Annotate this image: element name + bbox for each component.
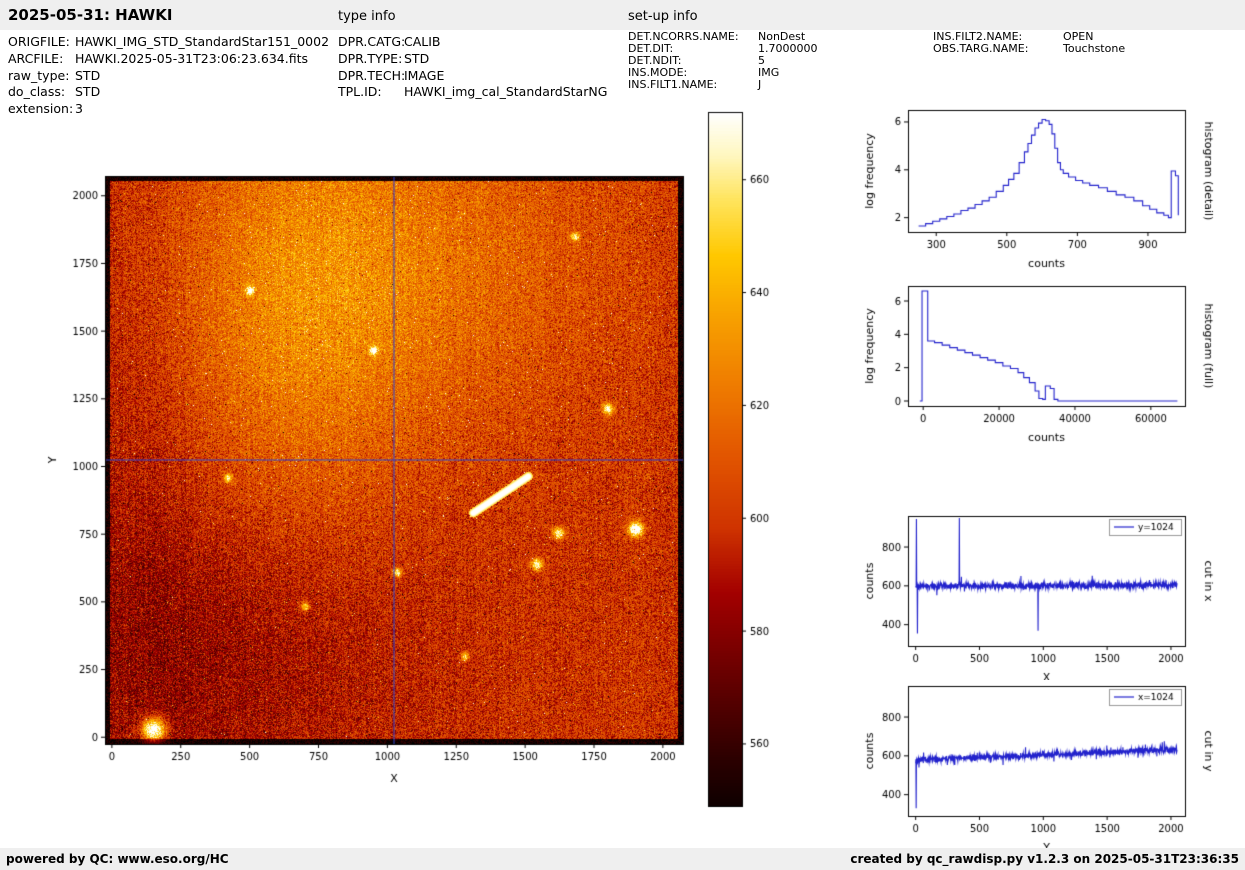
info-value: CALIB — [404, 34, 441, 49]
info-row: OBS.TARG.NAME:Touchstone — [933, 43, 1125, 55]
info-label: TPL.ID: — [338, 84, 404, 101]
info-row: ORIGFILE:HAWKI_IMG_STD_StandardStar151_0… — [8, 34, 329, 51]
info-label: DPR.TECH: — [338, 68, 404, 85]
info-value: HAWKI_img_cal_StandardStarNG — [404, 84, 607, 99]
info-value: 1.7000000 — [758, 42, 818, 55]
info-row: DPR.CATG:CALIB — [338, 34, 607, 51]
setup-info-block: DET.NCORRS.NAME:NonDest DET.DIT:1.700000… — [628, 31, 818, 91]
info-value: 3 — [75, 101, 83, 116]
info-row: raw_type:STD — [8, 68, 329, 85]
info-label: extension: — [8, 101, 75, 118]
setup-info-block-2: INS.FILT2.NAME:OPEN OBS.TARG.NAME:Touchs… — [933, 31, 1125, 55]
info-value: J — [758, 78, 761, 91]
info-label: INS.FILT1.NAME: — [628, 79, 758, 91]
footer-right-text: created by qc_rawdisp.py v1.2.3 on 2025-… — [850, 848, 1239, 870]
info-value: HAWKI.2025-05-31T23:06:23.634.fits — [75, 51, 308, 66]
histogram-detail-chart — [860, 94, 1245, 274]
raw-image-heatmap — [40, 138, 690, 793]
info-label: do_class: — [8, 84, 75, 101]
info-value: STD — [404, 51, 429, 66]
file-info-block: ORIGFILE:HAWKI_IMG_STD_StandardStar151_0… — [8, 34, 329, 118]
cut-in-x-chart — [860, 500, 1245, 680]
footer-left-text: powered by QC: www.eso.org/HC — [6, 848, 229, 870]
cut-in-y-chart — [860, 670, 1245, 850]
info-value: HAWKI_IMG_STD_StandardStar151_0002 — [75, 34, 329, 49]
info-row: DPR.TECH:IMAGE — [338, 68, 607, 85]
info-value: STD — [75, 68, 100, 83]
info-value: STD — [75, 84, 100, 99]
colorbar — [700, 100, 795, 820]
type-info-block: DPR.CATG:CALIB DPR.TYPE:STD DPR.TECH:IMA… — [338, 34, 607, 101]
page-title: 2025-05-31: HAWKI — [8, 6, 172, 24]
info-value: IMAGE — [404, 68, 444, 83]
info-row: INS.FILT1.NAME:J — [628, 79, 818, 91]
header-bar: 2025-05-31: HAWKI type info set-up info — [0, 0, 1245, 30]
info-label: DPR.CATG: — [338, 34, 404, 51]
info-row: do_class:STD — [8, 84, 329, 101]
info-row: DPR.TYPE:STD — [338, 51, 607, 68]
info-row: extension:3 — [8, 101, 329, 118]
info-label: ARCFILE: — [8, 51, 75, 68]
footer-bar: powered by QC: www.eso.org/HC created by… — [0, 848, 1245, 870]
info-label: raw_type: — [8, 68, 75, 85]
qc-report-page: 2025-05-31: HAWKI type info set-up info … — [0, 0, 1245, 870]
histogram-full-chart — [860, 270, 1245, 450]
setup-info-heading: set-up info — [628, 9, 698, 24]
info-row: ARCFILE:HAWKI.2025-05-31T23:06:23.634.fi… — [8, 51, 329, 68]
info-value: Touchstone — [1063, 42, 1125, 55]
type-info-heading: type info — [338, 9, 396, 24]
info-label: OBS.TARG.NAME: — [933, 43, 1063, 55]
info-label: DPR.TYPE: — [338, 51, 404, 68]
info-row: TPL.ID:HAWKI_img_cal_StandardStarNG — [338, 84, 607, 101]
info-label: ORIGFILE: — [8, 34, 75, 51]
